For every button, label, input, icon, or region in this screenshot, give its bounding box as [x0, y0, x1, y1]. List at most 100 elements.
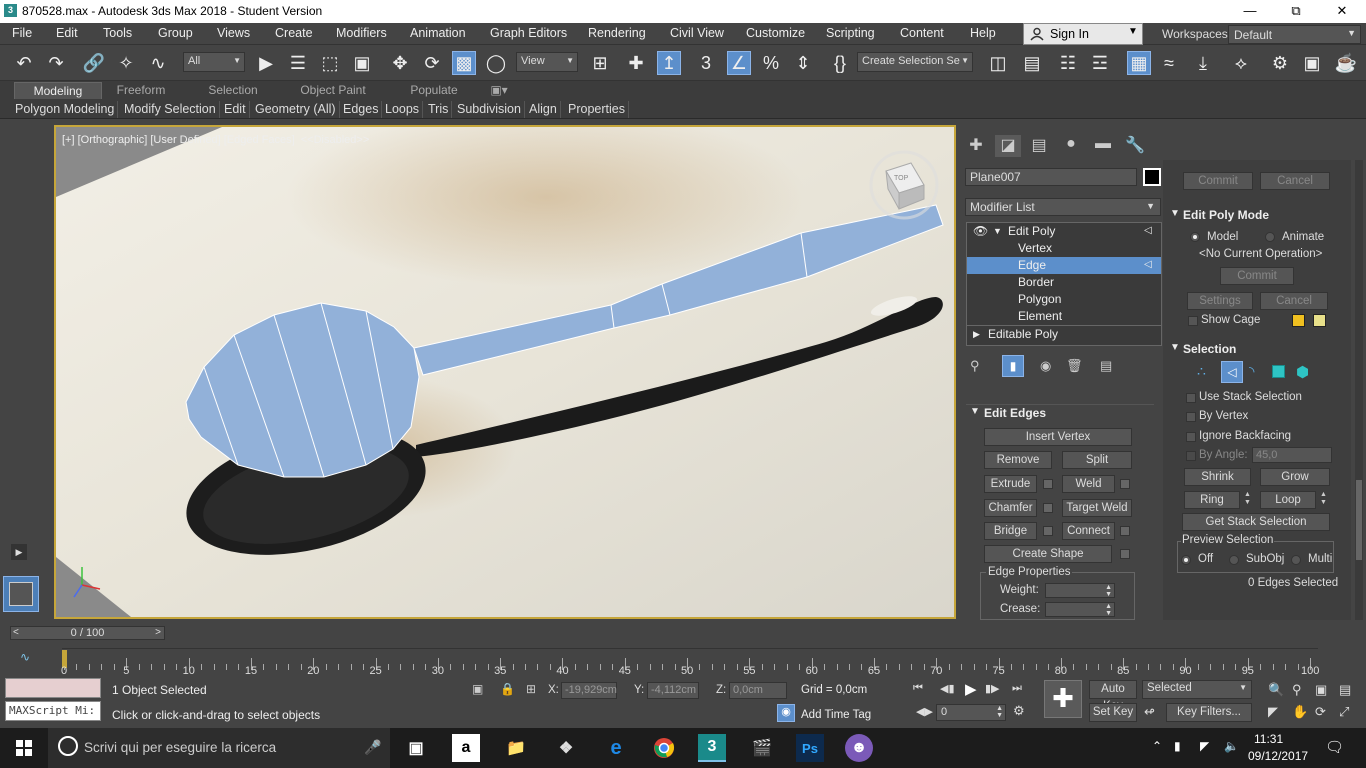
menu-civil-view[interactable]: Civil View [670, 26, 724, 40]
configure-modifier-sets-icon[interactable]: ▤ [1100, 358, 1112, 374]
snaps-toggle-icon[interactable]: 3 [694, 51, 718, 75]
spinner-arrows-icon[interactable]: ▲ ▼ [1105, 603, 1112, 617]
next-frame-icon[interactable]: > [155, 627, 161, 639]
preview-off-radio[interactable] [1181, 555, 1191, 565]
by-vertex-checkbox[interactable] [1186, 412, 1196, 422]
panel-scrollbar[interactable] [1355, 160, 1363, 620]
dropbox-icon[interactable]: ❖ [552, 734, 580, 762]
connect-button[interactable]: Connect [1062, 522, 1115, 540]
ribbon-modify-selection[interactable]: Modify Selection [121, 101, 220, 118]
pin-stack-icon[interactable]: ⚲ [970, 358, 980, 374]
time-slider[interactable]: < 0 / 100 > [10, 626, 165, 640]
selection-set-dropdown[interactable]: Selected ▼ [1142, 680, 1252, 699]
maxscript-listener-output[interactable] [5, 678, 101, 698]
percent-snap-icon[interactable]: % [759, 51, 783, 75]
menu-rendering[interactable]: Rendering [588, 26, 646, 40]
rollout-collapse-icon[interactable]: ▼ [1170, 342, 1180, 353]
app-cat-icon[interactable]: ☻ [845, 734, 873, 762]
select-by-name-icon[interactable]: ☰ [286, 51, 310, 75]
named-selection-dropdown[interactable]: Create Selection Se ▼ [857, 52, 973, 72]
task-view-icon[interactable]: ▣ [402, 734, 430, 762]
pivot-center-icon[interactable]: ⊞ [588, 51, 612, 75]
remove-button[interactable]: Remove [984, 451, 1052, 469]
render-setup-icon[interactable]: ⚙ [1268, 51, 1292, 75]
place-icon[interactable]: ◯ [484, 51, 508, 75]
edit-named-selection-icon[interactable]: {} [828, 51, 852, 75]
ribbon-geometry-all[interactable]: Geometry (All) [252, 101, 340, 118]
crease-spinner[interactable]: ▲ ▼ [1045, 602, 1115, 617]
absolute-mode-icon[interactable]: ⊞ [526, 682, 536, 696]
stack-item-editable-poly[interactable]: ▶ Editable Poly [967, 325, 1161, 342]
settings-button[interactable]: Settings [1187, 292, 1253, 310]
menu-file[interactable]: File [12, 26, 32, 40]
object-color-swatch[interactable] [1143, 168, 1161, 186]
sign-in-dropdown[interactable]: Sign In ▼ [1023, 23, 1143, 45]
vertex-level-icon[interactable]: ∴ [1197, 363, 1206, 380]
menu-customize[interactable]: Customize [746, 26, 805, 40]
zoom-extents-all-icon[interactable]: ▤ [1339, 682, 1351, 698]
weld-button[interactable]: Weld [1062, 475, 1115, 493]
ribbon-loops[interactable]: Loops [382, 101, 424, 118]
stack-item-edit-poly[interactable]: 👁 ▼ Edit Poly ◁ [967, 223, 1161, 240]
maxscript-mini-listener[interactable]: MAXScript Mi: [5, 701, 101, 721]
bridge-button[interactable]: Bridge [984, 522, 1037, 540]
border-level-icon[interactable]: ◝ [1249, 363, 1254, 380]
modify-tab-icon[interactable]: ◪ [995, 135, 1021, 157]
pan-icon[interactable]: ✋ [1292, 704, 1308, 720]
ribbon-align[interactable]: Align [526, 101, 561, 118]
rendered-frame-icon[interactable]: ▣ [1300, 51, 1324, 75]
split-button[interactable]: Split [1062, 451, 1132, 469]
field-of-view-icon[interactable]: ◤ [1268, 704, 1278, 720]
unlink-icon[interactable]: ✧ [114, 51, 138, 75]
eye-icon[interactable]: 👁 [973, 223, 988, 239]
move-icon[interactable]: ✥ [388, 51, 412, 75]
rotate-icon[interactable]: ⟳ [420, 51, 444, 75]
play-icon[interactable]: ▶ [965, 680, 977, 698]
tab-selection[interactable]: Selection [196, 82, 270, 99]
window-crossing-icon[interactable]: ▣ [350, 51, 374, 75]
taskbar-search-box[interactable]: Scrivi qui per eseguire la ricerca 🎤 [48, 728, 390, 768]
tab-modeling[interactable]: Modeling [14, 82, 102, 99]
volume-icon[interactable]: 🔈 [1224, 739, 1239, 753]
show-cage-checkbox[interactable] [1188, 316, 1198, 326]
remove-modifier-icon[interactable]: 🗑 [1066, 358, 1083, 374]
tab-object-paint[interactable]: Object Paint [290, 82, 376, 99]
menu-graph-editors[interactable]: Graph Editors [490, 26, 567, 40]
expand-arrow-icon[interactable]: ▶ [973, 326, 980, 342]
ring-button[interactable]: Ring [1184, 491, 1240, 509]
schematic-view-icon[interactable]: ⤓ [1191, 51, 1215, 75]
make-unique-icon[interactable]: ◉ [1040, 358, 1051, 374]
collapse-arrow-icon[interactable]: ▼ [993, 223, 1002, 239]
loop-spinner-icon[interactable]: ▲ ▼ [1320, 491, 1330, 509]
link-icon[interactable]: 🔗 [82, 51, 106, 75]
scene-explorer-icon[interactable]: ☷ [1056, 51, 1080, 75]
ribbon-options-icon[interactable]: ▣▾ [486, 82, 512, 99]
menu-content[interactable]: Content [900, 26, 944, 40]
battery-icon[interactable]: ▮ [1174, 739, 1181, 753]
rollout-collapse-icon[interactable]: ▼ [1170, 208, 1180, 219]
next-key-icon[interactable]: ▮▶ [985, 682, 1000, 695]
ribbon-edges[interactable]: Edges [340, 101, 383, 118]
render-icon[interactable]: ☕ [1334, 51, 1358, 75]
wifi-icon[interactable]: ◤ [1200, 739, 1209, 753]
get-stack-selection-button[interactable]: Get Stack Selection [1182, 513, 1330, 531]
amazon-icon[interactable]: a [452, 734, 480, 762]
chamfer-button[interactable]: Chamfer [984, 499, 1037, 517]
cage-color-swatch[interactable] [1292, 314, 1305, 327]
restore-button[interactable]: ⧉ [1273, 0, 1319, 23]
bind-spacewarp-icon[interactable]: ∿ [146, 51, 170, 75]
zoom-icon[interactable]: 🔍 [1268, 682, 1284, 698]
x-coordinate-field[interactable]: -19,929cm [561, 682, 617, 699]
time-configuration-icon[interactable]: ⚙ [1013, 703, 1025, 719]
menu-scripting[interactable]: Scripting [826, 26, 875, 40]
photoshop-icon[interactable]: Ps [796, 734, 824, 762]
stack-item-element[interactable]: Element [967, 308, 1161, 325]
target-weld-button[interactable]: Target Weld [1062, 499, 1132, 517]
taskbar-time[interactable]: 11:31 [1254, 732, 1283, 746]
curve-editor-icon[interactable]: ≈ [1157, 51, 1181, 75]
weld-settings-icon[interactable] [1120, 479, 1130, 489]
go-to-start-icon[interactable]: ⏮ [913, 682, 923, 695]
polygon-level-icon[interactable] [1272, 365, 1285, 378]
redo-icon[interactable]: ↷ [44, 51, 68, 75]
show-hidden-icons-icon[interactable]: ⌃ [1152, 739, 1162, 753]
